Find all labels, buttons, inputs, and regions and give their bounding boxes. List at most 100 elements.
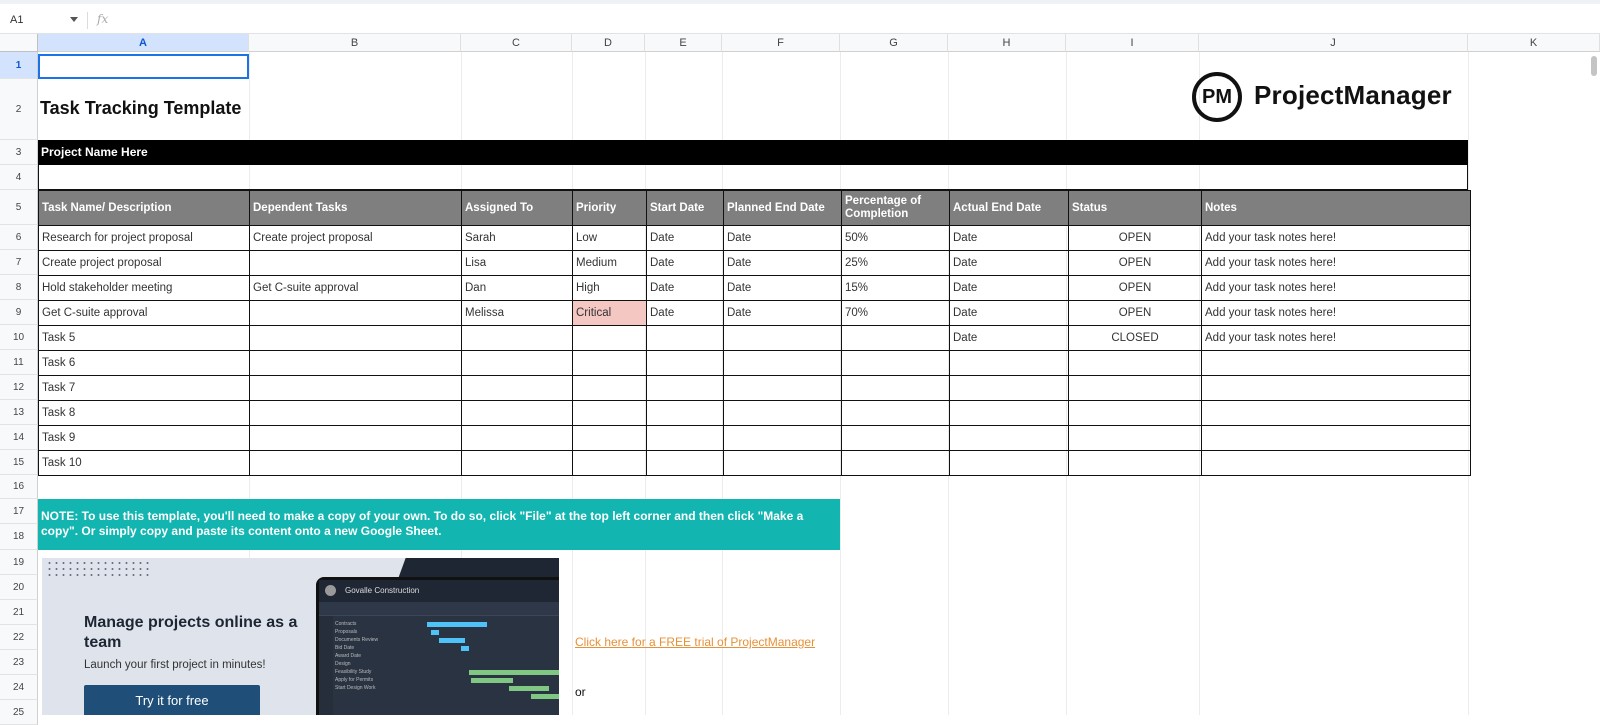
cell-status[interactable] (1068, 350, 1202, 376)
cell-assigned[interactable]: Lisa (461, 250, 573, 276)
row-header-9[interactable]: 9 (0, 300, 38, 325)
cell-pct[interactable]: 50% (841, 225, 950, 251)
cell-pct[interactable] (841, 375, 950, 401)
cell-pct[interactable]: 70% (841, 300, 950, 326)
cell-assigned[interactable] (461, 450, 573, 476)
column-header-e[interactable]: E (645, 34, 722, 52)
row-header-24[interactable]: 24 (0, 675, 38, 700)
cell-pct[interactable] (841, 425, 950, 451)
row-header-22[interactable]: 22 (0, 625, 38, 650)
cell-notes[interactable] (1201, 400, 1471, 426)
cell-dep[interactable] (249, 400, 462, 426)
cell-start[interactable]: Date (646, 300, 724, 326)
row-header-11[interactable]: 11 (0, 350, 38, 375)
column-header-c[interactable]: C (461, 34, 572, 52)
cell-name[interactable]: Task 10 (38, 450, 250, 476)
cell-actual[interactable]: Date (949, 275, 1069, 301)
cell-start[interactable]: Date (646, 225, 724, 251)
cell-assigned[interactable]: Melissa (461, 300, 573, 326)
row-header-4[interactable]: 4 (0, 165, 38, 190)
cell-notes[interactable]: Add your task notes here! (1201, 225, 1471, 251)
row-header-5[interactable]: 5 (0, 190, 38, 225)
column-header-g[interactable]: G (840, 34, 948, 52)
row-header-17[interactable]: 17 (0, 499, 38, 524)
cell-name[interactable]: Task 6 (38, 350, 250, 376)
cell-name[interactable]: Task 8 (38, 400, 250, 426)
cell-start[interactable] (646, 425, 724, 451)
column-header-d[interactable]: D (572, 34, 645, 52)
column-header-i[interactable]: I (1066, 34, 1199, 52)
cell-actual[interactable] (949, 375, 1069, 401)
row-header-7[interactable]: 7 (0, 250, 38, 275)
cell-dep[interactable]: Create project proposal (249, 225, 462, 251)
cell-planned[interactable]: Date (723, 275, 842, 301)
column-header-a[interactable]: A (38, 34, 249, 52)
cell-priority[interactable]: High (572, 275, 647, 301)
cell-priority[interactable] (572, 450, 647, 476)
cell-status[interactable]: CLOSED (1068, 325, 1202, 351)
row-header-13[interactable]: 13 (0, 400, 38, 425)
cell-planned[interactable]: Date (723, 250, 842, 276)
column-header-f[interactable]: F (722, 34, 840, 52)
cell-planned[interactable] (723, 350, 842, 376)
cell-notes[interactable]: Add your task notes here! (1201, 300, 1471, 326)
row-header-21[interactable]: 21 (0, 600, 38, 625)
row-header-14[interactable]: 14 (0, 425, 38, 450)
cell-actual[interactable]: Date (949, 325, 1069, 351)
cell-name[interactable]: Task 9 (38, 425, 250, 451)
row-header-3[interactable]: 3 (0, 140, 38, 165)
cell-assigned[interactable] (461, 325, 573, 351)
cell-pct[interactable] (841, 400, 950, 426)
row-header-19[interactable]: 19 (0, 550, 38, 575)
row-header-12[interactable]: 12 (0, 375, 38, 400)
column-header-h[interactable]: H (948, 34, 1066, 52)
row-header-10[interactable]: 10 (0, 325, 38, 350)
cell-notes[interactable]: Add your task notes here! (1201, 250, 1471, 276)
cell-priority[interactable] (572, 425, 647, 451)
chevron-down-icon[interactable] (70, 17, 78, 22)
cell-planned[interactable]: Date (723, 225, 842, 251)
cell-assigned[interactable] (461, 375, 573, 401)
free-trial-link[interactable]: Click here for a FREE trial of ProjectMa… (575, 635, 815, 649)
cell-priority[interactable] (572, 325, 647, 351)
select-all-corner[interactable] (0, 34, 38, 52)
cell-dep[interactable]: Get C-suite approval (249, 275, 462, 301)
cell-actual[interactable]: Date (949, 300, 1069, 326)
cell-actual[interactable] (949, 350, 1069, 376)
cell-actual[interactable] (949, 400, 1069, 426)
cell-name[interactable]: Task 7 (38, 375, 250, 401)
name-box[interactable]: A1 (10, 14, 23, 26)
cell-start[interactable] (646, 350, 724, 376)
cell-pct[interactable] (841, 450, 950, 476)
cell-pct[interactable]: 15% (841, 275, 950, 301)
cell-dep[interactable] (249, 325, 462, 351)
cell-start[interactable]: Date (646, 275, 724, 301)
cell-planned[interactable] (723, 325, 842, 351)
cell-assigned[interactable] (461, 425, 573, 451)
cell-planned[interactable] (723, 400, 842, 426)
cell-notes[interactable]: Add your task notes here! (1201, 275, 1471, 301)
cell-notes[interactable] (1201, 350, 1471, 376)
cell-planned[interactable] (723, 375, 842, 401)
row-header-8[interactable]: 8 (0, 275, 38, 300)
cell-pct[interactable] (841, 325, 950, 351)
row-header-16[interactable]: 16 (0, 475, 38, 499)
column-header-k[interactable]: K (1468, 34, 1600, 52)
row-header-15[interactable]: 15 (0, 450, 38, 475)
cell-planned[interactable] (723, 450, 842, 476)
project-name-cell[interactable]: Project Name Here (38, 140, 1468, 165)
cell-priority[interactable]: Medium (572, 250, 647, 276)
column-header-j[interactable]: J (1199, 34, 1468, 52)
row-header-20[interactable]: 20 (0, 575, 38, 600)
vertical-scrollbar[interactable] (1591, 56, 1597, 76)
cell-assigned[interactable]: Dan (461, 275, 573, 301)
cell-status[interactable]: OPEN (1068, 225, 1202, 251)
cell-start[interactable]: Date (646, 250, 724, 276)
row-header-2[interactable]: 2 (0, 79, 38, 140)
promo-banner[interactable]: Manage projects online as a team Launch … (42, 558, 559, 715)
cell-dep[interactable] (249, 375, 462, 401)
selected-cell-a1[interactable] (38, 54, 249, 79)
cell-assigned[interactable]: Sarah (461, 225, 573, 251)
cell-status[interactable] (1068, 425, 1202, 451)
cell-planned[interactable] (723, 425, 842, 451)
